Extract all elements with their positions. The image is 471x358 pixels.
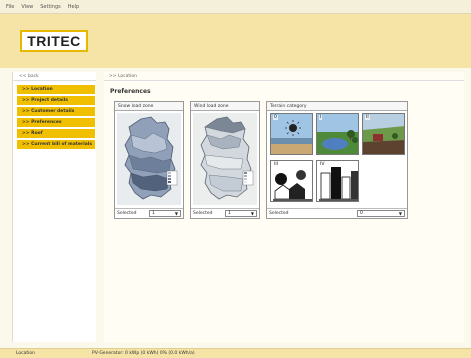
wind-load-footer: Selected 1 ▼ <box>191 208 259 218</box>
snow-load-panel: Snow load zone Selected 1 ▼ <box>114 101 184 219</box>
terrain-tile-2-label: II <box>365 115 370 120</box>
wind-load-panel: Wind load zone Selected 1 ▼ <box>190 101 260 219</box>
tritec-logo: TRITEC <box>20 30 88 52</box>
terrain-select[interactable]: 0 ▼ <box>357 210 405 217</box>
back-link[interactable]: << back <box>13 72 96 81</box>
menu-file[interactable]: File <box>6 4 14 10</box>
terrain-tile-1-label: I <box>319 115 323 120</box>
menu-help[interactable]: Help <box>68 4 79 10</box>
terrain-panel: Terrain category 0 I II III IV Selected … <box>266 101 408 219</box>
page-title: Preferences <box>110 88 151 95</box>
sidebar-nav: >> Location >> Project details >> Custom… <box>13 85 96 149</box>
chevron-down-icon: ▼ <box>250 211 254 216</box>
wind-load-select-label: Selected <box>193 211 213 216</box>
snow-load-footer: Selected 1 ▼ <box>115 208 183 218</box>
snow-load-select-label: Selected <box>117 211 137 216</box>
sidebar-item-location[interactable]: >> Location <box>17 85 95 94</box>
terrain-tile-3-label: III <box>273 162 279 167</box>
main-panel: >> Location Preferences Snow load zone S… <box>104 72 464 342</box>
snow-load-map[interactable] <box>117 113 181 205</box>
chevron-down-icon: ▼ <box>174 211 178 216</box>
menu-view[interactable]: View <box>21 4 33 10</box>
sidebar-item-preferences[interactable]: >> Preferences <box>17 118 95 127</box>
snow-load-value: 1 <box>152 211 155 216</box>
status-pv-generator: PV-Generator: 0 kWp (0 kWh) 0% (0.0 kWh/… <box>92 351 195 356</box>
menu-bar: File View Settings Help <box>0 0 471 14</box>
terrain-tile-0[interactable]: 0 <box>270 113 313 155</box>
terrain-tile-4-label: IV <box>319 162 326 167</box>
breadcrumb: >> Location <box>104 72 464 81</box>
terrain-tile-2[interactable]: II <box>362 113 405 155</box>
snow-load-title: Snow load zone <box>115 102 183 111</box>
wind-load-value: 1 <box>228 211 231 216</box>
sidebar-item-bill-of-materials[interactable]: >> Current bill of materials <box>17 140 95 149</box>
sidebar-item-project-details[interactable]: >> Project details <box>17 96 95 105</box>
snow-load-select[interactable]: 1 ▼ <box>149 210 181 217</box>
menu-settings[interactable]: Settings <box>40 4 61 10</box>
wind-load-select[interactable]: 1 ▼ <box>225 210 257 217</box>
terrain-tile-3[interactable]: III <box>270 160 313 202</box>
terrain-footer: Selected 0 ▼ <box>267 208 407 218</box>
terrain-tile-0-label: 0 <box>273 115 278 120</box>
wind-load-map[interactable] <box>193 113 257 205</box>
terrain-value: 0 <box>360 211 363 216</box>
sidebar: << back >> Location >> Project details >… <box>12 72 96 342</box>
status-location: Location <box>16 351 36 356</box>
sidebar-item-roof[interactable]: >> Roof <box>17 129 95 138</box>
terrain-tile-1[interactable]: I <box>316 113 359 155</box>
sidebar-item-customer-details[interactable]: >> Customer details <box>17 107 95 116</box>
terrain-title: Terrain category <box>267 102 407 111</box>
content-area: << back >> Location >> Project details >… <box>0 68 471 348</box>
wind-load-title: Wind load zone <box>191 102 259 111</box>
terrain-grid: 0 I II III IV <box>270 113 406 204</box>
chevron-down-icon: ▼ <box>398 211 402 216</box>
app-header: TRITEC <box>0 14 471 68</box>
terrain-tile-4[interactable]: IV <box>316 160 359 202</box>
status-bar: Location PV-Generator: 0 kWp (0 kWh) 0% … <box>0 348 471 358</box>
terrain-select-label: Selected <box>269 211 289 216</box>
